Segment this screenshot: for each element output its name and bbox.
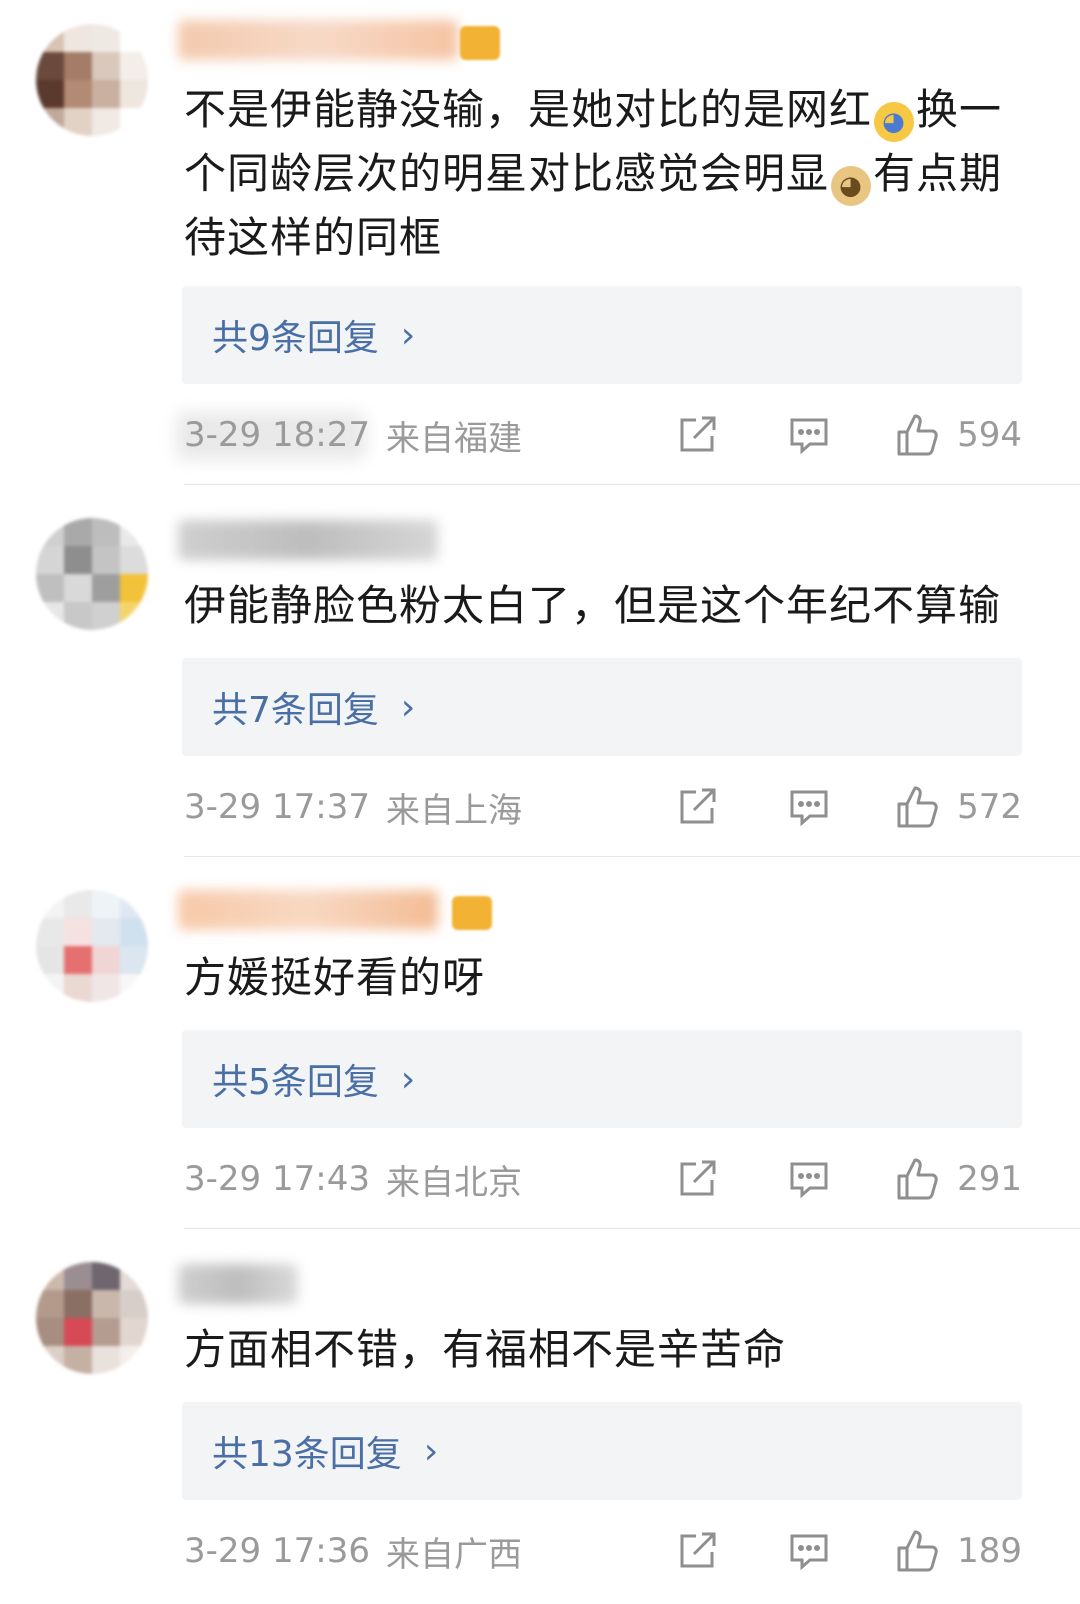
share-icon: [680, 416, 716, 452]
comment-item: 方面相不错，有福相不是辛苦命 共13条回复 › 3-29 17:36 来自广西 …: [0, 1228, 1080, 1600]
comment-text: 方媛挺好看的呀: [184, 953, 486, 1002]
comment-meta: 3-29 17:37 来自上海 572: [184, 782, 1022, 832]
thumbs-up-icon: [897, 1530, 938, 1572]
timestamp: 3-29 18:27: [184, 415, 370, 455]
like-button[interactable]: 189: [895, 1526, 1022, 1576]
like-count: 594: [957, 415, 1022, 455]
comment-icon: [790, 1162, 828, 1199]
username-blurred[interactable]: [178, 520, 438, 560]
avatar[interactable]: [36, 890, 148, 1002]
doge-emoji-icon: ◕: [831, 166, 872, 206]
replies-button[interactable]: 共7条回复 ›: [182, 658, 1022, 756]
thumbs-up-icon: [897, 1158, 938, 1200]
location: 来自广西: [385, 1534, 522, 1575]
comment-text: 不是伊能静没输，是她对比的是网红 ◕ 换一个同龄层次的明星对比感觉会明显 ◕ 有点期待这…: [184, 85, 1003, 262]
replies-button[interactable]: 共9条回复 ›: [182, 286, 1022, 384]
thumbs-up-icon: [897, 414, 938, 456]
replies-count-label: 共7条回复: [212, 690, 379, 731]
cry-laugh-emoji-icon: ◕: [874, 102, 915, 142]
timestamp: 3-29 17:37: [184, 787, 370, 827]
share-icon: [680, 1160, 716, 1196]
chevron-right-icon: ›: [400, 314, 416, 356]
comment-button[interactable]: [787, 1526, 831, 1576]
comment-item: 不是伊能静没输，是她对比的是网红 ◕ 换一个同龄层次的明星对比感觉会明显 ◕ 有点期待这…: [0, 0, 1080, 484]
like-count: 189: [957, 1531, 1022, 1571]
replies-count-label: 共9条回复: [212, 318, 379, 359]
thumbs-up-icon: [897, 786, 938, 828]
chevron-right-icon: ›: [400, 686, 416, 728]
like-count: 572: [957, 787, 1022, 827]
location: 来自福建: [385, 418, 522, 459]
location: 来自北京: [385, 1162, 522, 1203]
crown-badge-icon: [452, 896, 492, 930]
like-button[interactable]: 594: [895, 410, 1022, 460]
comment-meta: 3-29 18:27 来自福建 594: [184, 410, 1022, 460]
comment-icon: [790, 1534, 828, 1571]
comment-item: 方媛挺好看的呀 共5条回复 › 3-29 17:43 来自北京 291: [0, 856, 1080, 1228]
avatar[interactable]: [36, 1262, 148, 1374]
username-blurred[interactable]: [178, 1264, 298, 1304]
share-icon: [680, 1532, 716, 1568]
comment-feed: 不是伊能静没输，是她对比的是网红 ◕ 换一个同龄层次的明星对比感觉会明显 ◕ 有点期待这…: [0, 0, 1080, 1600]
like-button[interactable]: 291: [895, 1154, 1022, 1204]
username-blurred[interactable]: [178, 890, 438, 930]
avatar[interactable]: [36, 518, 148, 630]
share-button[interactable]: [675, 782, 719, 832]
comment-meta: 3-29 17:43 来自北京 291: [184, 1154, 1022, 1204]
share-icon: [680, 788, 716, 824]
location: 来自上海: [385, 790, 522, 831]
share-button[interactable]: [675, 410, 719, 460]
like-button[interactable]: 572: [895, 782, 1022, 832]
comment-button[interactable]: [787, 782, 831, 832]
chevron-right-icon: ›: [400, 1058, 416, 1100]
replies-button[interactable]: 共5条回复 ›: [182, 1030, 1022, 1128]
timestamp: 3-29 17:36: [184, 1531, 370, 1571]
username-blurred[interactable]: [178, 20, 458, 60]
comment-text: 伊能静脸色粉太白了，但是这个年纪不算输: [184, 581, 1002, 630]
comment-meta: 3-29 17:36 来自广西 189: [184, 1526, 1022, 1576]
comment-button[interactable]: [787, 1154, 831, 1204]
comment-button[interactable]: [787, 410, 831, 460]
like-count: 291: [957, 1159, 1022, 1199]
replies-count-label: 共5条回复: [212, 1062, 379, 1103]
comment-icon: [790, 418, 828, 455]
chevron-right-icon: ›: [423, 1430, 439, 1472]
comment-icon: [790, 790, 828, 827]
avatar[interactable]: [36, 24, 148, 136]
replies-button[interactable]: 共13条回复 ›: [182, 1402, 1022, 1500]
replies-count-label: 共13条回复: [212, 1434, 402, 1475]
comment-text: 方面相不错，有福相不是辛苦命: [184, 1325, 787, 1374]
comment-item: 伊能静脸色粉太白了，但是这个年纪不算输 共7条回复 › 3-29 17:37 来…: [0, 484, 1080, 856]
crown-badge-icon: [460, 26, 500, 60]
timestamp: 3-29 17:43: [184, 1159, 370, 1199]
share-button[interactable]: [675, 1526, 719, 1576]
share-button[interactable]: [675, 1154, 719, 1204]
